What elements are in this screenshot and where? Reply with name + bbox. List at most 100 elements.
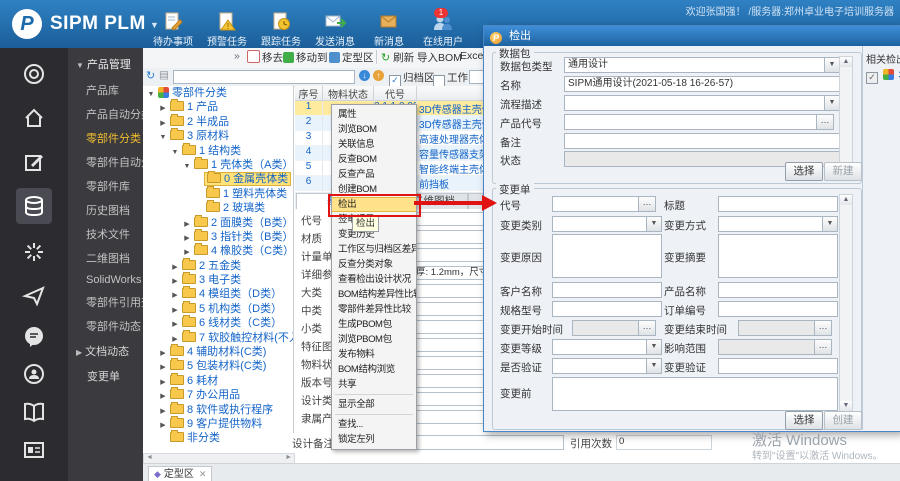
dropdown-icon[interactable]: ▼ xyxy=(822,217,837,231)
change-start-browse-button[interactable]: … xyxy=(638,320,656,336)
menu-item-reverse-class[interactable]: 反查分类对象 xyxy=(332,257,416,272)
fixed-zone-button[interactable]: 定型区 xyxy=(329,50,374,65)
col-status[interactable]: 物料状态 xyxy=(322,86,373,101)
toolbar-chevron[interactable]: » xyxy=(234,50,240,62)
change-level-combo[interactable]: ▼ xyxy=(552,339,662,355)
change-end-browse-button[interactable]: … xyxy=(814,320,832,336)
menu-item-share[interactable]: 共享 xyxy=(332,377,416,392)
col-code[interactable]: 代号 xyxy=(373,86,416,100)
dropdown-icon[interactable]: ▼ xyxy=(646,359,661,373)
move-to-button[interactable]: 移动到 xyxy=(283,50,328,65)
product-code-input[interactable] xyxy=(564,114,820,130)
book-icon[interactable] xyxy=(16,394,52,430)
menu-item-find[interactable]: 查找... xyxy=(332,417,416,432)
change-scrollbar[interactable]: ▲ ▼ xyxy=(839,194,853,412)
package-name-input[interactable]: SIPM通用设计(2021-05-18 16-26-57) xyxy=(564,76,840,92)
tree-filter-icon[interactable]: ▤ xyxy=(159,69,169,81)
sidebar-item-product-library[interactable]: 产品库 xyxy=(68,78,143,102)
search-down-button[interactable]: ↓ xyxy=(359,69,370,81)
sidebar-item-tech-docs[interactable]: 技术文件 xyxy=(68,222,143,246)
tree-node[interactable]: ▶ 7 办公用品 xyxy=(143,387,293,402)
app-title[interactable]: SIPM PLM xyxy=(50,13,146,35)
refresh-button[interactable]: ↻ 刷新 xyxy=(381,50,414,65)
tree-node[interactable]: 非分类 xyxy=(143,430,293,445)
tree-node[interactable]: ▼ 1 壳体类（A类） xyxy=(143,156,293,172)
fixed-zone-tab[interactable]: ◆ 定型区 ✕ xyxy=(148,466,213,481)
tree-node[interactable]: ▶ 2 半成品 xyxy=(143,113,293,129)
tree-node[interactable]: 2 玻璃类 xyxy=(143,200,293,215)
tree-node[interactable]: ▶ 5 包装材料(C类) xyxy=(143,358,293,373)
close-tab-icon[interactable]: ✕ xyxy=(199,469,207,479)
sidebar-item-product-autoclass[interactable]: 产品自动分类 xyxy=(68,102,143,126)
menu-item-bom-structure[interactable]: BOM结构浏览 xyxy=(332,362,416,377)
alert-tasks-button[interactable]: ! 预警任务 xyxy=(200,12,254,48)
change-mode-combo[interactable]: ▼ xyxy=(718,216,838,232)
related-scope-item[interactable]: ✓ 3.1.1 xyxy=(866,69,900,84)
track-tasks-button[interactable]: 跟踪任务 xyxy=(254,12,308,48)
todo-tasks-button[interactable]: 待办事项 xyxy=(146,12,200,48)
tree-search-input[interactable] xyxy=(173,70,355,84)
tree-node[interactable]: ▶ 2 五金类 xyxy=(143,257,293,273)
menu-item-view-checkout-status[interactable]: 查看检出设计状况 xyxy=(332,272,416,287)
menu-item-bom-diff-compare[interactable]: BOM结构差异性比较 xyxy=(332,287,416,302)
sidebar-item-part-autoclass[interactable]: 零部件自动分类 xyxy=(68,150,143,174)
send-message-button[interactable]: 发送消息 xyxy=(308,12,362,48)
tree-node-selected[interactable]: 0 金属壳体类 xyxy=(143,171,293,187)
change-before-textarea[interactable] xyxy=(552,377,838,411)
tree-node[interactable]: ▶ 4 橡胶类（C类） xyxy=(143,243,293,258)
related-checkbox-icon[interactable]: ✓ xyxy=(866,72,878,84)
sidebar-item-part-reference[interactable]: 零部件引用查询 xyxy=(68,290,143,314)
new-message-button[interactable]: 新消息 xyxy=(362,12,416,48)
change-select-button[interactable]: 选择 xyxy=(785,411,823,430)
menu-item-part-diff-compare[interactable]: 零部件差异性比较 xyxy=(332,302,416,317)
menu-item-show-all[interactable]: 显示全部 xyxy=(332,397,416,412)
chat-bubble-icon[interactable] xyxy=(16,318,52,354)
package-select-button[interactable]: 选择 xyxy=(785,162,823,181)
spinner-icon[interactable] xyxy=(16,234,52,270)
sidebar-item-part-classification[interactable]: 零部件分类 xyxy=(68,126,143,150)
sidebar-item-history-drawings[interactable]: 历史图档 xyxy=(68,198,143,222)
menu-item-related-info[interactable]: 关联信息 xyxy=(332,137,416,152)
archive-zone-checkbox[interactable]: ✓ 归档区 xyxy=(389,70,435,87)
support-person-icon[interactable] xyxy=(16,356,52,392)
menu-item-reverse-bom[interactable]: 反查BOM xyxy=(332,152,416,167)
sidebar-item-change-order[interactable]: 变更单 xyxy=(68,363,143,388)
remark-input[interactable] xyxy=(564,133,840,149)
col-no[interactable]: 序号 xyxy=(295,86,322,101)
change-reason-textarea[interactable] xyxy=(552,234,662,278)
tree-node[interactable]: ▶ 6 耗材 xyxy=(143,372,293,388)
sidebar-section-doc-activity[interactable]: ▶ 文档动态 xyxy=(68,338,143,363)
online-users-button[interactable]: 1 在线用户 xyxy=(416,8,470,48)
tree-node[interactable]: ▶ 6 线材类（C类） xyxy=(143,315,293,330)
menu-item-browse-bom[interactable]: 浏览BOM xyxy=(332,122,416,137)
tree-node[interactable]: ▶ 4 模组类（D类） xyxy=(143,286,293,301)
sidebar-item-part-activity[interactable]: 零部件动态 xyxy=(68,314,143,338)
sidebar-item-solidworks[interactable]: SolidWorks xyxy=(68,270,143,290)
menu-item-publish-material[interactable]: 发布物料 xyxy=(332,347,416,362)
home-icon[interactable] xyxy=(16,100,52,136)
tree-node[interactable]: ▶ 2 面膜类（B类） xyxy=(143,214,293,230)
id-card-icon[interactable] xyxy=(16,432,52,468)
menu-item-browse-pbom[interactable]: 浏览PBOM包 xyxy=(332,332,416,347)
tree-node[interactable]: ▶ 3 电子类 xyxy=(143,272,293,287)
change-code-browse-button[interactable]: … xyxy=(638,196,656,212)
verify-combo[interactable]: ▼ xyxy=(552,358,662,374)
tree-node[interactable]: ▶ 8 软件或执行程序 xyxy=(143,401,293,417)
dropdown-icon[interactable]: ▼ xyxy=(646,340,661,354)
change-code-input[interactable] xyxy=(552,196,642,212)
sidebar-section-product-mgmt[interactable]: ▼ 产品管理 xyxy=(68,48,143,78)
change-category-combo[interactable]: ▼ xyxy=(552,216,662,232)
change-title-input[interactable] xyxy=(718,196,838,212)
dropdown-icon[interactable]: ▼ xyxy=(824,58,839,72)
menu-item-lock-column[interactable]: 锁定左列 xyxy=(332,432,416,447)
edit-icon[interactable] xyxy=(16,144,52,180)
change-create-button[interactable]: 创建 xyxy=(824,411,862,430)
customer-name-input[interactable] xyxy=(552,282,662,298)
impact-scope-browse-button[interactable]: … xyxy=(814,339,832,355)
tree-refresh-icon[interactable]: ↻ xyxy=(146,69,155,82)
product-name-input[interactable] xyxy=(718,282,838,298)
package-new-button[interactable]: 新建 xyxy=(824,162,862,181)
sidebar-item-part-library[interactable]: 零部件库 xyxy=(68,174,143,198)
tree-node[interactable]: ▶ 3 指针类（B类） xyxy=(143,228,293,244)
tree-node[interactable]: ▼ 3 原材料 xyxy=(143,128,293,143)
